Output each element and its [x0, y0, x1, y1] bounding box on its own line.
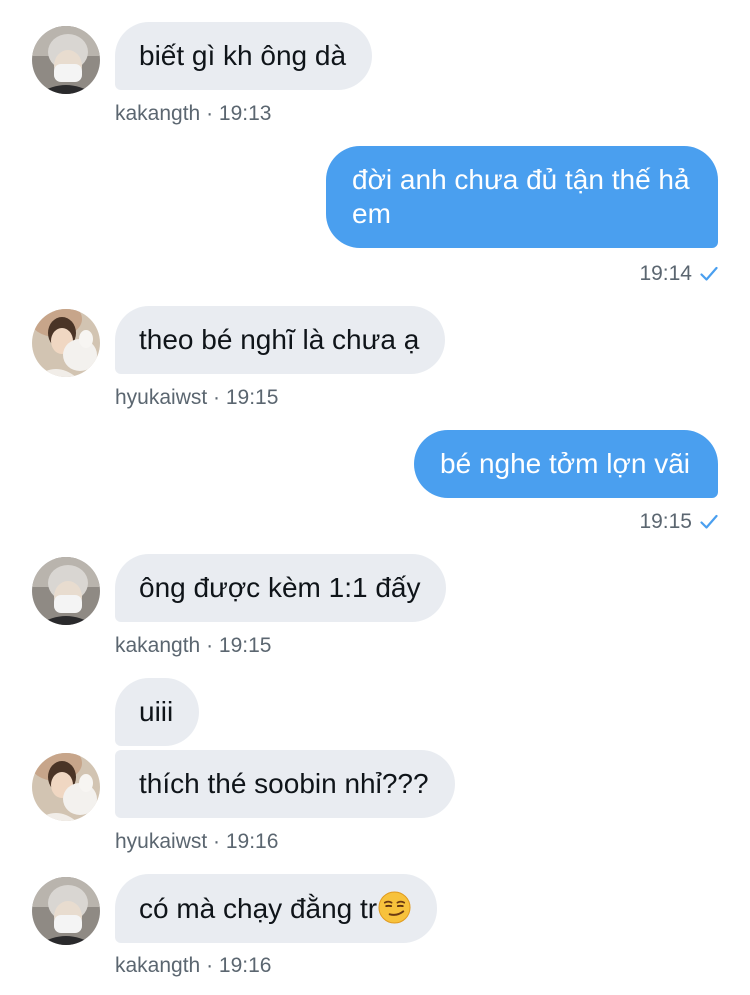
- message-time: 19:14: [639, 262, 692, 285]
- message-text: uiii: [139, 696, 174, 727]
- message-bubble-incoming[interactable]: biết gì kh ông dà: [115, 22, 373, 90]
- message-meta: kakangth · 19:13: [115, 102, 272, 125]
- message-meta: hyukaiwst · 19:16: [115, 830, 279, 853]
- message-time: 19:15: [639, 510, 692, 533]
- avatar-masked-person-icon: [32, 26, 100, 94]
- avatar-hyukaiwst[interactable]: [32, 753, 100, 821]
- message-bubble-outgoing[interactable]: đời anh chưa đủ tận thế hả em: [326, 146, 718, 248]
- message-text: ông được kèm 1:1 đấy: [139, 572, 421, 603]
- message-text: biết gì kh ông dà: [139, 40, 347, 71]
- avatar-person-with-plush-icon: [32, 309, 100, 377]
- message-bubble-incoming[interactable]: thích thé soobin nhỉ???: [115, 750, 455, 818]
- avatar-kakangth[interactable]: [32, 877, 100, 945]
- message-text: bé nghe tởm lợn vãi: [440, 448, 690, 479]
- checkmark-icon: [700, 511, 718, 537]
- message-meta: hyukaiwst · 19:15: [115, 386, 279, 409]
- message-text: thích thé soobin nhỉ???: [139, 768, 429, 799]
- message-meta: kakangth · 19:15: [115, 634, 272, 657]
- message-bubble-outgoing[interactable]: bé nghe tởm lợn vãi: [414, 430, 718, 498]
- avatar-hyukaiwst[interactable]: [32, 309, 100, 377]
- message-meta: kakangth · 19:16: [115, 954, 272, 977]
- message-text: có mà chạy đằng tr: [139, 893, 378, 924]
- avatar-kakangth[interactable]: [32, 557, 100, 625]
- message-text: đời anh chưa đủ tận thế hả em: [352, 164, 690, 229]
- avatar-kakangth[interactable]: [32, 26, 100, 94]
- message-bubble-incoming[interactable]: uiii: [115, 678, 200, 746]
- smirking-face-emoji-icon: [378, 891, 411, 924]
- avatar-masked-person-icon: [32, 877, 100, 945]
- message-meta: 19:15: [639, 509, 718, 537]
- message-bubble-incoming[interactable]: theo bé nghĩ là chưa ạ: [115, 306, 446, 374]
- message-bubble-incoming[interactable]: ông được kèm 1:1 đấy: [115, 554, 447, 622]
- message-meta: 19:14: [639, 261, 718, 289]
- checkmark-icon: [700, 263, 718, 289]
- message-bubble-incoming[interactable]: có mà chạy đằng tr: [115, 874, 438, 943]
- avatar-person-with-plush-icon: [32, 753, 100, 821]
- message-text: theo bé nghĩ là chưa ạ: [139, 324, 420, 355]
- avatar-masked-person-icon: [32, 557, 100, 625]
